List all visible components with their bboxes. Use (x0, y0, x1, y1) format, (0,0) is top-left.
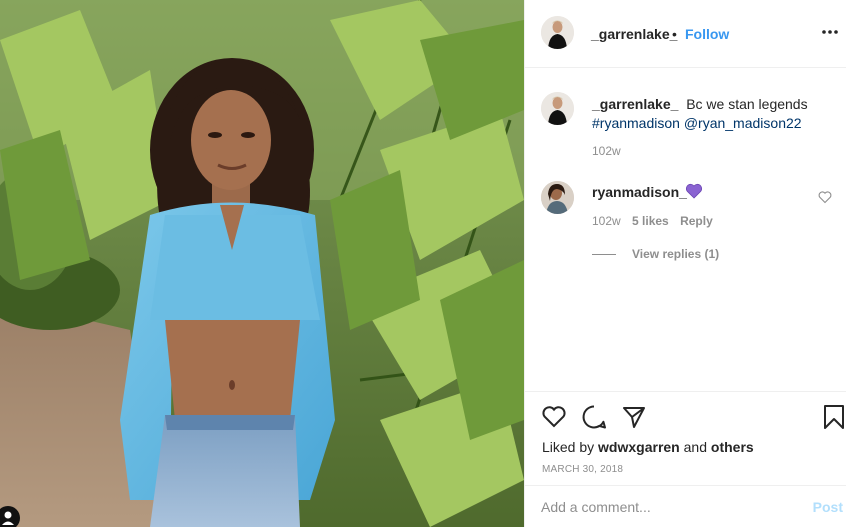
liked-by-summary: Liked by wdwxgarren and others (542, 439, 754, 455)
commenter-avatar[interactable] (541, 181, 574, 214)
caption-body: Bc we stan legends (686, 96, 808, 112)
post-side-panel: _garrenlake_ • Follow _garrenlake_ Bc we… (524, 0, 846, 527)
replies-divider-line (592, 254, 616, 256)
author-username[interactable]: _garrenlake_ (591, 26, 677, 42)
post-image (0, 0, 524, 527)
post-header: _garrenlake_ • Follow (525, 0, 846, 68)
view-replies-label: View replies (1) (632, 247, 720, 261)
reply-button[interactable]: Reply (680, 214, 713, 228)
caption-author-avatar[interactable] (541, 92, 574, 125)
caption-mention[interactable]: @ryan_madison22 (684, 115, 802, 131)
post-actions: Liked by wdwxgarren and others MARCH 30,… (525, 391, 846, 485)
liked-by-others[interactable]: others (711, 439, 754, 455)
caption-hashtag[interactable]: #ryanmadison (592, 115, 680, 131)
comment-like-heart-icon[interactable] (818, 190, 832, 204)
caption-text: _garrenlake_ Bc we stan legends #ryanmad… (592, 95, 832, 133)
post-photo[interactable] (0, 0, 524, 527)
comment-timestamp[interactable]: 102w (592, 214, 621, 228)
comment-icon[interactable] (581, 404, 607, 430)
post-comment-button[interactable]: Post (813, 499, 843, 515)
commenter-username[interactable]: ryanmadison_ (592, 184, 687, 200)
post-date[interactable]: MARCH 30, 2018 (542, 464, 623, 475)
caption-timestamp[interactable]: 102w (592, 144, 621, 158)
liked-by-user[interactable]: wdwxgarren (598, 439, 680, 455)
author-avatar[interactable] (541, 16, 574, 49)
separator-dot: • (672, 26, 677, 42)
liked-by-prefix: Liked by (542, 439, 595, 455)
purple-heart-icon (685, 183, 703, 199)
add-comment-bar: Post (525, 485, 846, 527)
comment-likes-count[interactable]: 5 likes (632, 214, 669, 228)
add-comment-input[interactable] (541, 496, 791, 518)
user-tag-icon[interactable] (0, 501, 22, 527)
follow-button[interactable]: Follow (685, 26, 729, 42)
heart-icon[interactable] (541, 404, 567, 430)
view-replies-button[interactable]: View replies (1) (592, 247, 719, 261)
more-options-icon[interactable] (817, 18, 843, 46)
liked-by-and: and (683, 439, 707, 455)
share-icon[interactable] (621, 404, 647, 430)
bookmark-icon[interactable] (821, 404, 846, 430)
comment-meta: 102w 5 likes Reply (592, 214, 721, 228)
caption-username[interactable]: _garrenlake_ (592, 96, 678, 112)
